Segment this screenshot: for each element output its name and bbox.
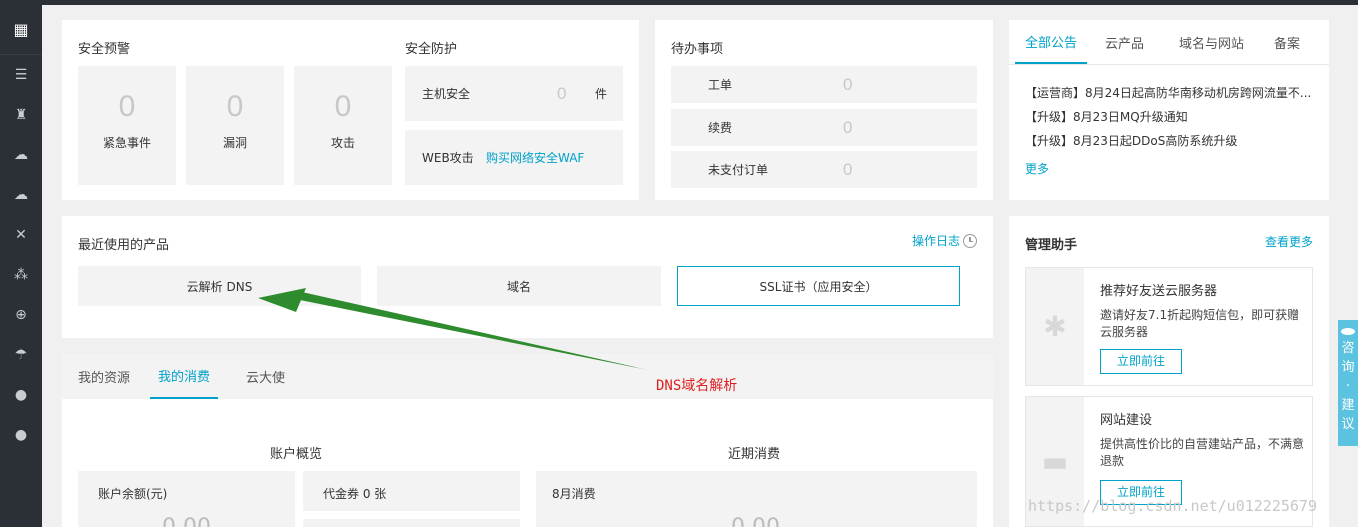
host-security-unit: 件 bbox=[595, 87, 608, 101]
helper-title: 管理助手 bbox=[1025, 238, 1078, 253]
web-attack-label: WEB攻击 bbox=[422, 151, 474, 165]
tab-all-announcements[interactable]: 全部公告 bbox=[1015, 20, 1088, 64]
voucher-card-2 bbox=[303, 519, 520, 527]
balance-label: 账户余额(元) bbox=[98, 487, 168, 501]
alert-value: 0 bbox=[334, 90, 352, 123]
go-now-button[interactable]: 立即前往 bbox=[1100, 349, 1182, 374]
helper-card-referral: ✱ 推荐好友送云服务器 邀请好友7.1折起购短信包，即可获赠云服务器 立即前往 bbox=[1025, 267, 1313, 386]
alert-label: 紧急事件 bbox=[102, 136, 151, 150]
todo-label: 续费 bbox=[708, 121, 733, 135]
alert-label: 漏洞 bbox=[222, 136, 247, 150]
helper-card-body: 网站建设 提供高性价比的自营建站产品，不满意退款 立即前往 bbox=[1100, 409, 1304, 505]
clock-icon bbox=[963, 233, 977, 248]
consult-suggest-tab[interactable]: 咨询·建议 bbox=[1338, 320, 1358, 446]
cloud-icon[interactable]: ☁ bbox=[0, 135, 42, 175]
protection-title: 安全防护 bbox=[405, 42, 458, 57]
cluster-icon[interactable]: ⁂ bbox=[0, 255, 42, 295]
recent-consumption-title: 近期消费 bbox=[728, 447, 781, 462]
announcement-tabs: 全部公告 云产品 域名与网站 备案 bbox=[1009, 20, 1329, 65]
operation-log-label: 操作日志 bbox=[911, 234, 960, 248]
todo-value: 0 bbox=[843, 74, 853, 94]
server-icon[interactable]: ☰ bbox=[0, 55, 42, 95]
operation-log-link[interactable]: 操作日志 bbox=[912, 232, 977, 249]
dns-annotation-label: DNS域名解析 bbox=[656, 378, 738, 394]
alert-value: 0 bbox=[226, 90, 244, 123]
alert-title: 安全预警 bbox=[78, 42, 131, 57]
recent-products-title: 最近使用的产品 bbox=[78, 238, 170, 253]
announcement-item[interactable]: 【运营商】8月24日起高防华南移动机房跨网流量不... bbox=[1025, 84, 1325, 108]
host-security-value: 0 bbox=[557, 83, 567, 103]
cloud-upload-icon[interactable]: ☁ bbox=[0, 175, 42, 215]
security-panel: 安全预警 0 紧急事件 0 漏洞 0 攻击 安全防护 主机安全 0 件 WEB攻… bbox=[62, 20, 639, 200]
month-consumption-label: 8月消费 bbox=[552, 487, 596, 501]
alert-emergency[interactable]: 0 紧急事件 bbox=[78, 66, 176, 185]
consult-icon bbox=[1341, 328, 1355, 335]
grid-icon[interactable]: ▦ bbox=[0, 5, 42, 55]
top-bar bbox=[0, 0, 1358, 5]
helper-more-link[interactable]: 查看更多 bbox=[1265, 233, 1313, 250]
announcement-panel: 全部公告 云产品 域名与网站 备案 【运营商】8月24日起高防华南移动机房跨网流… bbox=[1009, 20, 1329, 200]
product-ssl-button[interactable]: SSL证书（应用安全） bbox=[677, 266, 960, 306]
helper-card-title: 网站建设 bbox=[1100, 413, 1153, 428]
sidebar: ▦ ☰ ♜ ☁ ☁ ✕ ⁂ ⊕ ☂ ● ● bbox=[0, 5, 42, 527]
announcement-item[interactable]: 【升级】8月23日MQ升级通知 bbox=[1025, 108, 1325, 132]
circle-icon[interactable]: ● bbox=[0, 375, 42, 415]
alert-vulnerability[interactable]: 0 漏洞 bbox=[186, 66, 284, 185]
cloud-settings-icon[interactable]: ☂ bbox=[0, 335, 42, 375]
watermark: https://blog.csdn.net/u012225679 bbox=[1028, 497, 1317, 515]
buy-waf-link[interactable]: 购买网络安全WAF bbox=[486, 149, 584, 166]
recent-products-panel: 最近使用的产品 操作日志 云解析 DNS 域名 SSL证书（应用安全） bbox=[62, 216, 993, 338]
globe-icon[interactable]: ⊕ bbox=[0, 295, 42, 335]
month-consumption-card: 8月消费 0.00 bbox=[536, 471, 977, 527]
alert-label: 攻击 bbox=[330, 136, 355, 150]
todo-panel: 待办事项 工单 0 续费 0 未支付订单 0 bbox=[655, 20, 993, 200]
helper-card-desc: 提供高性价比的自营建站产品，不满意退款 bbox=[1100, 437, 1305, 468]
network-icon[interactable]: ✕ bbox=[0, 215, 42, 255]
helper-card-desc: 邀请好友7.1折起购短信包，即可获赠云服务器 bbox=[1100, 308, 1300, 339]
tab-cloud-ambassador[interactable]: 云大使 bbox=[234, 354, 297, 399]
alert-attack[interactable]: 0 攻击 bbox=[294, 66, 392, 185]
asterisk-icon: ✱ bbox=[1026, 268, 1084, 385]
tab-icp-filing[interactable]: 备案 bbox=[1261, 20, 1313, 64]
todo-label: 工单 bbox=[708, 78, 733, 92]
todo-value: 0 bbox=[843, 117, 853, 137]
announcement-item[interactable]: 【升级】8月23日起DDoS高防系统升级 bbox=[1025, 132, 1325, 156]
balance-value: 0.00 bbox=[162, 515, 211, 527]
tab-domain-website[interactable]: 域名与网站 bbox=[1162, 20, 1261, 64]
web-attack-row: WEB攻击 购买网络安全WAF bbox=[405, 130, 623, 185]
consult-label: 咨询·建议 bbox=[1341, 341, 1355, 432]
todo-label: 未支付订单 bbox=[708, 163, 769, 177]
tab-my-resources[interactable]: 我的资源 bbox=[66, 354, 142, 399]
balance-card: 账户余额(元) 0.00 bbox=[78, 471, 295, 527]
circle-icon[interactable]: ● bbox=[0, 415, 42, 455]
resources-tabs: 我的资源 我的消费 云大使 bbox=[62, 354, 993, 399]
tab-cloud-products[interactable]: 云产品 bbox=[1087, 20, 1162, 64]
todo-row-unpaid[interactable]: 未支付订单 0 bbox=[671, 151, 977, 188]
helper-card-body: 推荐好友送云服务器 邀请好友7.1折起购短信包，即可获赠云服务器 立即前往 bbox=[1100, 280, 1304, 374]
resources-panel: 我的资源 我的消费 云大使 账户概览 近期消费 账户余额(元) 0.00 代金券… bbox=[62, 354, 993, 527]
alert-value: 0 bbox=[118, 90, 136, 123]
todo-row-ticket[interactable]: 工单 0 bbox=[671, 66, 977, 103]
product-dns-button[interactable]: 云解析 DNS bbox=[78, 266, 361, 306]
todo-row-renew[interactable]: 续费 0 bbox=[671, 109, 977, 146]
todo-title: 待办事项 bbox=[671, 42, 724, 57]
month-consumption-value: 0.00 bbox=[731, 515, 780, 527]
helper-card-title: 推荐好友送云服务器 bbox=[1100, 284, 1218, 299]
product-domain-button[interactable]: 域名 bbox=[377, 266, 661, 306]
voucher-card[interactable]: 代金券 0 张 bbox=[303, 471, 520, 511]
announcement-list: 【运营商】8月24日起高防华南移动机房跨网流量不... 【升级】8月23日MQ升… bbox=[1025, 84, 1325, 177]
helper-panel: 管理助手 查看更多 ✱ 推荐好友送云服务器 邀请好友7.1折起购短信包，即可获赠… bbox=[1009, 216, 1329, 527]
voucher-label: 代金券 0 张 bbox=[323, 487, 387, 501]
todo-value: 0 bbox=[843, 159, 853, 179]
account-overview-title: 账户概览 bbox=[270, 447, 323, 462]
host-security-label: 主机安全 bbox=[422, 87, 471, 101]
trophy-icon[interactable]: ♜ bbox=[0, 95, 42, 135]
host-security-row[interactable]: 主机安全 0 件 bbox=[405, 66, 623, 121]
announcement-more-link[interactable]: 更多 bbox=[1025, 160, 1325, 177]
tab-my-consumption[interactable]: 我的消费 bbox=[150, 354, 219, 399]
